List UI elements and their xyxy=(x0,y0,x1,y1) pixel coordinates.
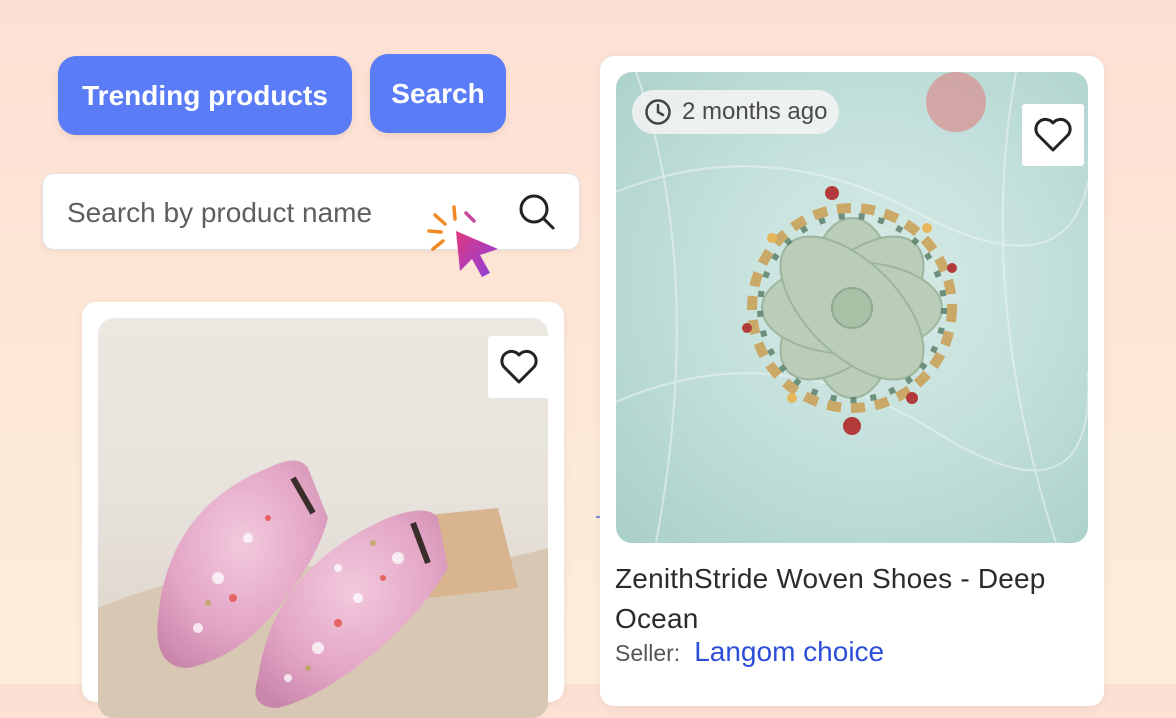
product-card-left[interactable] xyxy=(82,302,564,718)
seller-link[interactable]: Langom choice xyxy=(694,636,884,668)
product-image[interactable] xyxy=(98,318,548,718)
favorite-button[interactable] xyxy=(1022,104,1084,166)
posted-time-badge: 2 months ago xyxy=(632,90,840,134)
product-card-right[interactable]: 2 months ago ZenithStride Woven Shoes - … xyxy=(600,56,1104,706)
posted-time-label: 2 months ago xyxy=(682,98,828,125)
search-icon[interactable] xyxy=(517,192,557,232)
pointer-cursor-icon xyxy=(427,205,498,277)
seller-info: Seller: Langom choice xyxy=(615,636,884,668)
trending-products-button[interactable]: Trending products xyxy=(58,56,352,135)
heart-icon xyxy=(1034,117,1072,152)
seller-label: Seller: xyxy=(615,640,681,666)
product-image[interactable]: 2 months ago xyxy=(616,72,1088,543)
clock-icon xyxy=(645,99,671,125)
heart-icon xyxy=(500,349,538,384)
favorite-button[interactable] xyxy=(488,336,550,398)
product-title[interactable]: ZenithStride Woven Shoes - Deep Ocean xyxy=(615,559,1085,639)
search-button[interactable]: Search xyxy=(370,54,506,133)
search-input[interactable] xyxy=(65,192,449,234)
